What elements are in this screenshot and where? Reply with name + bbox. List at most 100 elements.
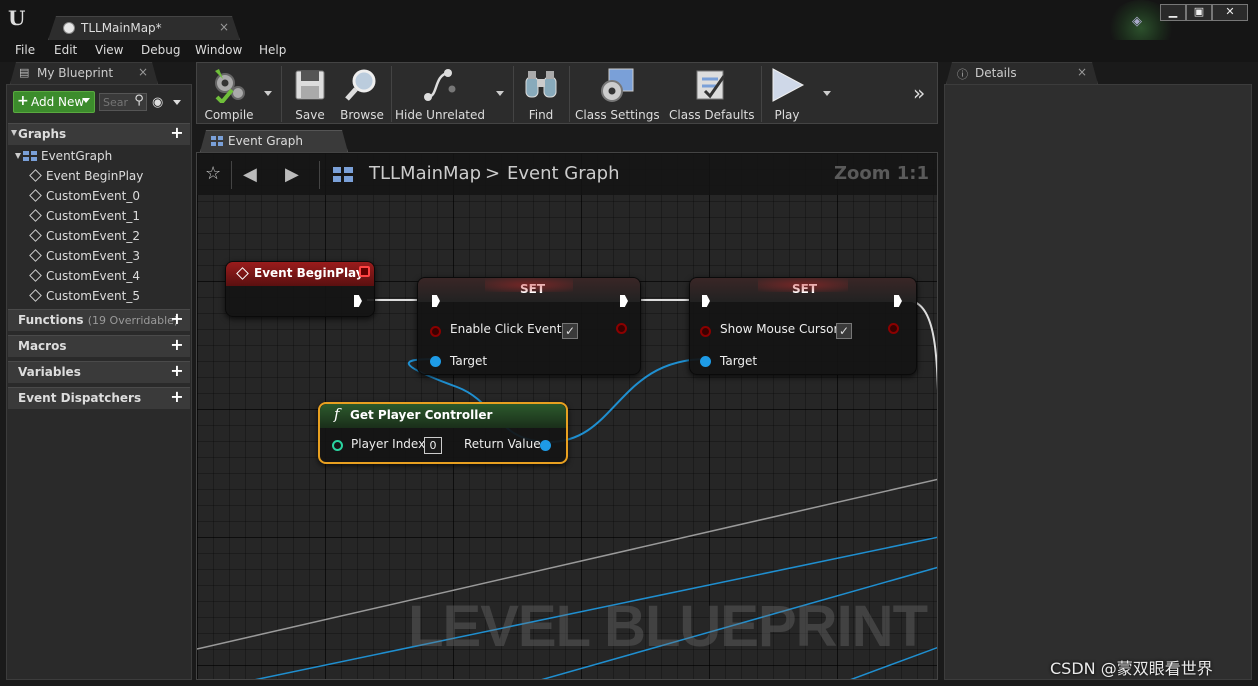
hide-unrelated-button[interactable]: Hide Unrelated (395, 63, 485, 125)
maximize-button[interactable]: ▣ (1186, 4, 1212, 21)
compile-button[interactable]: Compile (201, 63, 257, 125)
menu-window[interactable]: Window (195, 43, 242, 57)
class-settings-label: Class Settings (575, 108, 660, 122)
play-icon (772, 68, 805, 102)
return-value-pin[interactable] (540, 440, 551, 451)
tree-item-event[interactable]: CustomEvent_4 (29, 269, 140, 283)
section-macros[interactable]: Macros + (8, 335, 190, 357)
class-settings-button[interactable]: Class Settings (575, 63, 660, 125)
source-control-icon[interactable]: ◈ (1132, 14, 1148, 30)
menu-help[interactable]: Help (259, 43, 286, 57)
class-defaults-icon (696, 70, 726, 100)
browse-label: Browse (340, 108, 384, 122)
expand-icon[interactable] (15, 153, 21, 159)
bool-in-pin[interactable] (430, 326, 441, 337)
menu-file[interactable]: File (15, 43, 35, 57)
pin-label: Player Index (351, 437, 426, 451)
details-tab[interactable]: ⓘ Details × (946, 62, 1098, 84)
section-variables[interactable]: Variables + (8, 361, 190, 383)
graph-canvas[interactable]: ☆ ◀ ▶ TLLMainMap > Event Graph Zoom 1:1 … (196, 152, 938, 680)
breadcrumb-graph[interactable]: Event Graph (507, 163, 620, 184)
section-functions[interactable]: Functions (19 Overridable) + (8, 309, 190, 331)
menu-edit[interactable]: Edit (54, 43, 77, 57)
add-function-button[interactable]: + (169, 311, 185, 327)
node-title: SET (792, 282, 818, 296)
minimize-button[interactable]: ▁ (1160, 4, 1186, 21)
bool-out-pin[interactable] (616, 323, 627, 334)
close-tab-icon[interactable]: × (219, 20, 229, 34)
my-blueprint-tab[interactable]: ▤ My Blueprint × (10, 62, 158, 84)
document-tab[interactable]: TLLMainMap* × (48, 16, 240, 40)
tree-item-label: CustomEvent_3 (46, 249, 140, 263)
enable-click-events-checkbox[interactable]: ✓ (562, 323, 578, 339)
set-show-mouse-cursor-node[interactable]: SET Show Mouse Cursor ✓ Target (689, 277, 917, 375)
breadcrumb-map[interactable]: TLLMainMap (369, 163, 481, 184)
star-icon[interactable]: ☆ (205, 163, 221, 184)
search-icon[interactable]: ⚲ (131, 93, 147, 111)
level-blueprint-watermark: LEVEL BLUEPRINT (408, 594, 928, 659)
tree-item-label: Event BeginPlay (46, 169, 144, 183)
section-event-dispatchers[interactable]: Event Dispatchers + (8, 387, 190, 409)
tree-item-event[interactable]: CustomEvent_1 (29, 209, 140, 223)
graph-header: ☆ ◀ ▶ TLLMainMap > Event Graph Zoom 1:1 (197, 153, 937, 195)
target-pin[interactable] (700, 356, 711, 367)
tree-item-eventgraph[interactable]: EventGraph (15, 149, 112, 163)
tree-item-event[interactable]: CustomEvent_5 (29, 289, 140, 303)
menu-debug[interactable]: Debug (141, 43, 180, 57)
toolbar-separator (569, 66, 570, 122)
add-new-button[interactable]: + Add New (13, 91, 95, 113)
get-player-controller-node[interactable]: f Get Player Controller Player Index 0 R… (318, 402, 568, 464)
pin-label: Target (720, 354, 758, 368)
player-index-pin[interactable] (332, 440, 343, 451)
add-graph-button[interactable]: + (169, 125, 185, 141)
player-index-input[interactable]: 0 (424, 437, 442, 454)
close-icon[interactable]: × (1077, 65, 1087, 79)
bool-out-pin[interactable] (888, 323, 899, 334)
delegate-pin-icon[interactable] (359, 266, 370, 277)
close-window-button[interactable]: ✕ (1212, 4, 1248, 21)
compile-options-arrow[interactable] (264, 91, 272, 96)
event-icon (236, 267, 249, 280)
target-pin[interactable] (430, 356, 441, 367)
find-label: Find (528, 108, 554, 122)
hide-unrelated-label: Hide Unrelated (395, 108, 486, 122)
tree-item-event[interactable]: CustomEvent_2 (29, 229, 140, 243)
add-macro-button[interactable]: + (169, 337, 185, 353)
node-header: SET (418, 278, 640, 302)
browse-button[interactable]: Browse (337, 63, 387, 125)
event-beginplay-node[interactable]: Event BeginPlay (225, 261, 375, 317)
show-mouse-cursor-checkbox[interactable]: ✓ (836, 323, 852, 339)
tree-item-event[interactable]: CustomEvent_0 (29, 189, 140, 203)
save-button[interactable]: Save (285, 63, 335, 125)
hide-unrelated-icon (424, 69, 456, 101)
event-icon (29, 269, 42, 282)
event-graph-tab[interactable]: Event Graph (200, 130, 348, 152)
close-icon[interactable]: × (138, 65, 148, 79)
forward-arrow-icon[interactable]: ▶ (285, 164, 299, 185)
document-tab-label: TLLMainMap* (81, 21, 162, 35)
class-settings-icon (601, 68, 634, 102)
bool-in-pin[interactable] (700, 326, 711, 337)
menu-view[interactable]: View (95, 43, 123, 57)
tree-item-label: CustomEvent_2 (46, 229, 140, 243)
class-defaults-button[interactable]: Class Defaults (669, 63, 754, 125)
compile-icon (215, 69, 245, 103)
eye-icon[interactable]: ◉ (152, 95, 163, 110)
set-enable-click-events-node[interactable]: SET Enable Click Events ✓ Target (417, 277, 641, 375)
play-button[interactable]: Play (763, 63, 811, 125)
hide-unrelated-options-arrow[interactable] (496, 91, 504, 96)
details-tab-label: Details (975, 66, 1017, 80)
play-options-arrow[interactable] (823, 91, 831, 96)
tree-item-event[interactable]: Event BeginPlay (29, 169, 143, 183)
find-button[interactable]: Find (517, 63, 565, 125)
pin-label: Enable Click Events (450, 322, 568, 336)
expand-icon[interactable] (11, 130, 17, 136)
tree-item-event[interactable]: CustomEvent_3 (29, 249, 140, 263)
add-dispatcher-button[interactable]: + (169, 389, 185, 405)
add-variable-button[interactable]: + (169, 363, 185, 379)
chevron-down-icon[interactable] (173, 100, 181, 105)
section-graphs[interactable]: Graphs + (8, 123, 190, 145)
chevron-double-right-icon[interactable]: » (913, 81, 925, 105)
toolbar-separator (281, 66, 282, 122)
back-arrow-icon[interactable]: ◀ (243, 164, 257, 185)
